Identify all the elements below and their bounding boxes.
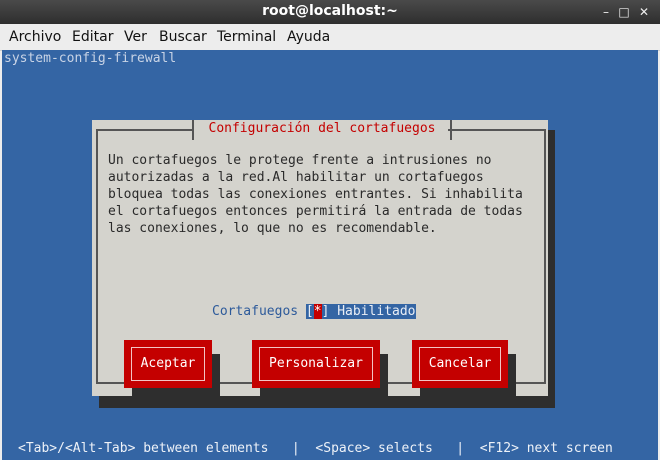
keyboard-hint-bar: <Tab>/<Alt-Tab> between elements | <Spac… — [18, 441, 613, 456]
menu-bar: Archivo Editar Ver Buscar Terminal Ayuda — [0, 24, 660, 51]
menu-buscar[interactable]: Buscar — [159, 29, 207, 45]
command-line: system-config-firewall — [4, 51, 177, 66]
menu-terminal[interactable]: Terminal — [217, 29, 276, 45]
firewall-checkbox[interactable]: [*] Habilitado — [305, 304, 416, 319]
firewall-toggle-row: Cortafuegos [*] Habilitado — [212, 304, 416, 319]
maximize-icon[interactable]: □ — [616, 4, 632, 20]
menu-ver[interactable]: Ver — [124, 29, 147, 45]
dialog-title: Configuración del cortafuegos — [192, 120, 452, 140]
accept-button[interactable]: Aceptar — [124, 340, 212, 388]
dialog-description: Un cortafuegos le protege frente a intru… — [108, 153, 523, 236]
minimize-icon[interactable]: – — [598, 4, 614, 20]
close-icon[interactable]: ✕ — [636, 4, 652, 20]
checkbox-state: Habilitado — [337, 304, 416, 319]
customize-button-label: Personalizar — [259, 347, 373, 381]
accept-button-label: Aceptar — [131, 347, 205, 381]
cancel-button[interactable]: Cancelar — [412, 340, 508, 388]
firewall-dialog: Configuración del cortafuegos Un cortafu… — [92, 120, 548, 406]
menu-archivo[interactable]: Archivo — [9, 29, 61, 45]
customize-button[interactable]: Personalizar — [252, 340, 380, 388]
firewall-label: Cortafuegos — [212, 304, 299, 319]
cancel-button-label: Cancelar — [419, 347, 501, 381]
title-bar[interactable]: root@localhost:~ – □ ✕ — [0, 0, 660, 24]
menu-ayuda[interactable]: Ayuda — [287, 29, 330, 45]
terminal-window: root@localhost:~ – □ ✕ Archivo Editar Ve… — [0, 0, 660, 460]
checkbox-mark: * — [313, 304, 322, 319]
terminal-area[interactable]: system-config-firewall Configuración del… — [2, 50, 658, 460]
menu-editar[interactable]: Editar — [72, 29, 113, 45]
window-title: root@localhost:~ — [262, 3, 398, 19]
